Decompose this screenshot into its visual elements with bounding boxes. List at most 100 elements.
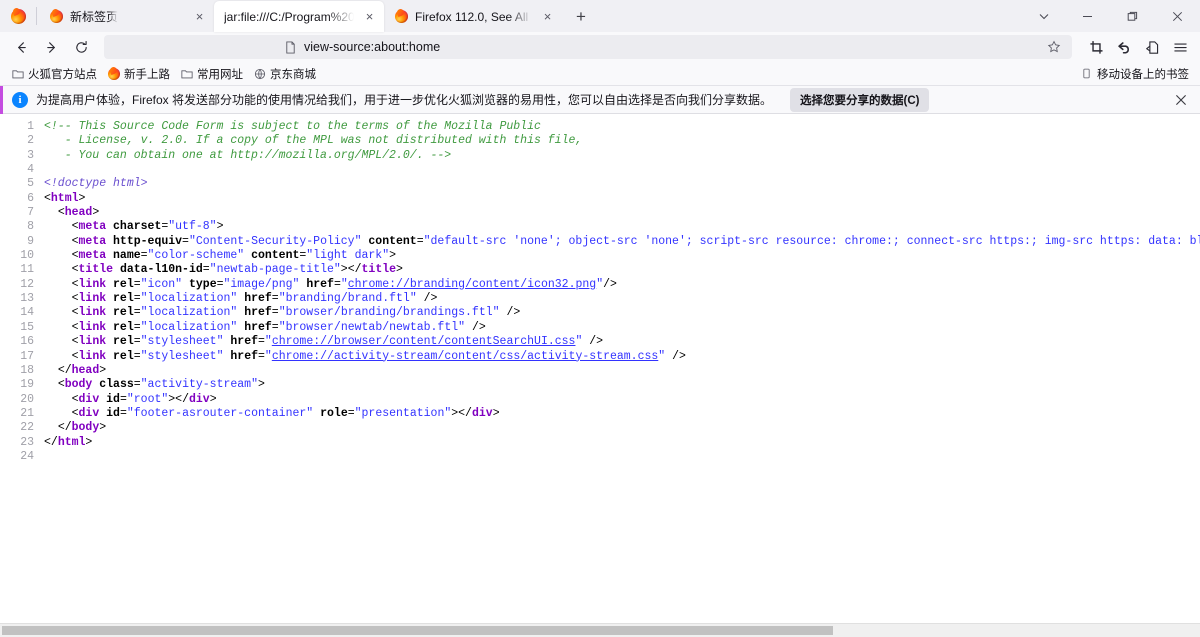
line-number: 20 (0, 393, 34, 407)
code-token: <!doctype html> (44, 177, 148, 190)
bookmark-item-mobile[interactable]: 移动设备上的书签 (1075, 64, 1194, 84)
code-token: = (258, 335, 265, 348)
tab-close-icon[interactable]: × (361, 8, 378, 25)
code-line: 19 <body class="activity-stream"> (0, 378, 1200, 392)
code-line: 24 (0, 450, 1200, 464)
code-token: div (79, 393, 100, 406)
code-token: charset (113, 220, 161, 233)
code-token: > (389, 249, 396, 262)
chevron-down-icon[interactable] (1023, 0, 1065, 32)
code-token: = (272, 306, 279, 319)
code-token: - You can obtain one at http://mozilla.o… (44, 149, 451, 162)
back-button-icon[interactable] (6, 34, 36, 60)
forward-button-icon[interactable] (36, 34, 66, 60)
code-token (106, 220, 113, 233)
tab-newtab[interactable]: 新标签页 × (39, 1, 214, 32)
code-token: < (72, 220, 79, 233)
tab-close-icon[interactable]: × (539, 8, 556, 25)
view-source-content[interactable]: 1<!-- This Source Code Form is subject t… (0, 114, 1200, 637)
tab-title: jar:file:///C:/Program%20Files/Mo (224, 10, 354, 24)
code-token: rel (113, 278, 134, 291)
code-token: "localization" (141, 306, 238, 319)
line-number: 2 (0, 134, 34, 148)
tab-jar-file[interactable]: jar:file:///C:/Program%20Files/Mo × (214, 1, 384, 32)
reload-button-icon[interactable] (66, 34, 96, 60)
line-number: 18 (0, 364, 34, 378)
code-token: = (334, 278, 341, 291)
code-token: "default-src 'none'; object-src 'none'; … (424, 235, 1200, 248)
code-token (44, 407, 72, 420)
url-text[interactable]: view-source:about:home (304, 40, 1042, 54)
code-token: div (472, 407, 493, 420)
close-button[interactable] (1155, 0, 1200, 32)
code-token (106, 306, 113, 319)
code-token: role (320, 407, 348, 420)
source-link[interactable]: chrome://activity-stream/content/css/act… (272, 350, 658, 363)
notification-message: 为提高用户体验，Firefox 将发送部分功能的使用情况给我们，用于进一步优化火… (36, 91, 772, 108)
code-token (44, 321, 72, 334)
code-token: < (44, 192, 51, 205)
bookmark-star-icon[interactable] (1042, 36, 1066, 58)
bookmark-item-beginner[interactable]: 新手上路 (102, 64, 175, 84)
code-token: "image/png" (224, 278, 300, 291)
code-token: name (113, 249, 141, 262)
bookmark-label: 常用网址 (197, 66, 243, 82)
tab-title: Firefox 112.0, See All New Fea (415, 10, 532, 24)
undo-arrow-icon[interactable] (1110, 34, 1138, 60)
code-token (113, 263, 120, 276)
minimize-button[interactable] (1065, 0, 1110, 32)
scrollbar-thumb[interactable] (2, 626, 833, 635)
code-token: <!-- This Source Code Form is subject to… (44, 120, 541, 133)
bookmarks-toolbar: 火狐官方站点 新手上路 常用网址 京东商城 (0, 62, 1200, 86)
code-token: < (72, 235, 79, 248)
code-token: = (134, 292, 141, 305)
code-line: 5<!doctype html> (0, 177, 1200, 191)
code-token: < (72, 278, 79, 291)
bookmark-item-firefox-official[interactable]: 火狐官方站点 (6, 64, 102, 84)
code-token (106, 249, 113, 262)
code-token: > (396, 263, 403, 276)
source-link[interactable]: chrome://branding/content/icon32.png (348, 278, 596, 291)
code-token: /> (672, 350, 686, 363)
url-bar[interactable]: view-source:about:home (104, 35, 1072, 59)
code-token: "icon" (141, 278, 182, 291)
code-token: = (134, 321, 141, 334)
screenshot-icon[interactable] (1082, 34, 1110, 60)
code-token: "activity-stream" (141, 378, 258, 391)
code-token (44, 263, 72, 276)
code-token: link (79, 306, 107, 319)
code-token: = (348, 407, 355, 420)
hamburger-menu-icon[interactable] (1166, 34, 1194, 60)
close-icon[interactable] (1170, 89, 1192, 111)
code-token: head (72, 364, 100, 377)
new-tab-button[interactable]: + (566, 2, 596, 32)
firefox-icon (394, 10, 408, 24)
mobile-icon (1080, 67, 1093, 80)
folder-icon (180, 67, 193, 80)
maximize-button[interactable] (1110, 0, 1155, 32)
code-token: div (189, 393, 210, 406)
line-number: 24 (0, 450, 34, 464)
choose-share-data-button[interactable]: 选择您要分享的数据(C) (790, 88, 929, 112)
firefox-logo-icon (11, 9, 26, 24)
share-icon[interactable] (1138, 34, 1166, 60)
code-token: rel (113, 321, 134, 334)
horizontal-scrollbar[interactable] (0, 623, 1200, 637)
source-link[interactable]: chrome://browser/content/contentSearchUI… (272, 335, 576, 348)
tab-firefox-release-notes[interactable]: Firefox 112.0, See All New Fea × (384, 1, 562, 32)
code-token (106, 335, 113, 348)
code-line: 14 <link rel="localization" href="browse… (0, 306, 1200, 320)
tab-close-icon[interactable]: × (191, 8, 208, 25)
code-token (44, 350, 72, 363)
code-token: < (72, 321, 79, 334)
code-token: "newtab-page-title" (210, 263, 341, 276)
code-line: 6<html> (0, 192, 1200, 206)
document-icon (282, 39, 298, 55)
line-number: 3 (0, 149, 34, 163)
bookmark-item-common-sites[interactable]: 常用网址 (175, 64, 248, 84)
bookmark-item-jd[interactable]: 京东商城 (248, 64, 321, 84)
code-token: > (79, 192, 86, 205)
code-token: href (244, 306, 272, 319)
code-token: "browser/newtab/newtab.ftl" (279, 321, 465, 334)
code-line: 9 <meta http-equiv="Content-Security-Pol… (0, 235, 1200, 249)
